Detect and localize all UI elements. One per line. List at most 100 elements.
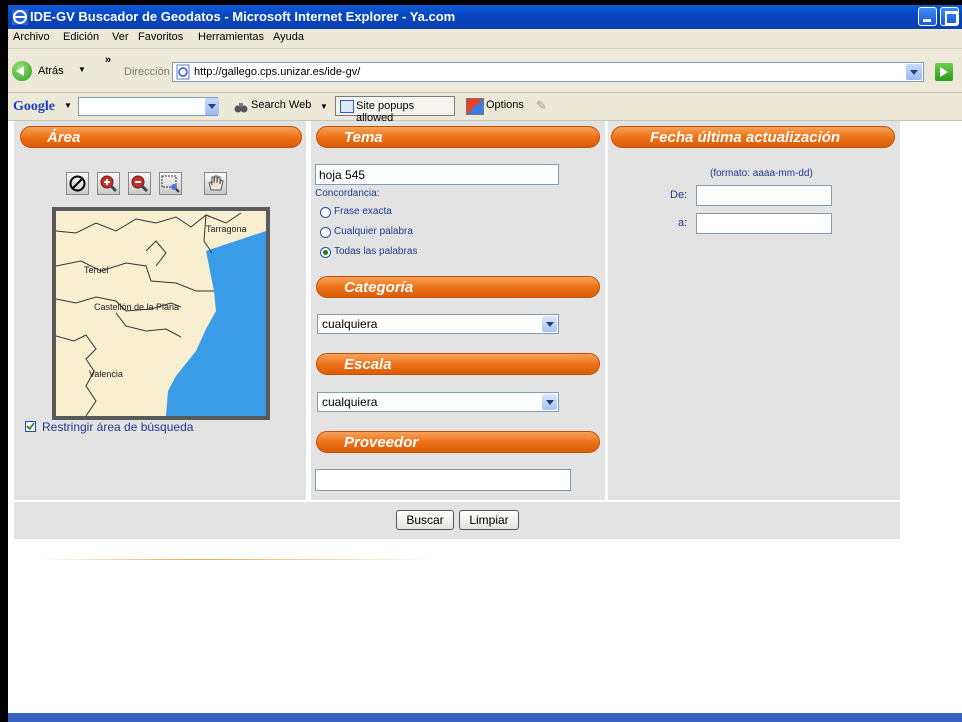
tema-input[interactable]: [315, 164, 559, 185]
chevron-down-icon: [542, 394, 557, 410]
tema-title: Tema: [344, 129, 383, 146]
tema-header: Tema: [316, 126, 600, 148]
fecha-de-input[interactable]: [696, 185, 832, 206]
menu-ayuda[interactable]: Ayuda: [273, 31, 304, 43]
ie-logo-icon: [12, 9, 28, 25]
categoria-select[interactable]: cualquiera: [317, 314, 559, 334]
clear-selection-tool[interactable]: [66, 172, 89, 195]
escala-select[interactable]: cualquiera: [317, 392, 559, 412]
google-search-dropdown[interactable]: [205, 98, 219, 115]
zoom-box-icon: [161, 175, 180, 193]
escala-header: Escala: [316, 353, 600, 375]
categoria-title: Categoría: [344, 279, 414, 296]
area-header: Área: [20, 126, 302, 148]
back-button[interactable]: Atrás ▼: [8, 57, 90, 85]
fecha-panel: Fecha última actualización (formato: aaa…: [608, 121, 900, 500]
categoria-header: Categoría: [316, 276, 600, 298]
maximize-button[interactable]: [940, 7, 959, 26]
map-label-teruel: Teruel: [84, 265, 109, 275]
map-graphic: Tarragona Teruel Castellón de la Plana V…: [56, 212, 266, 416]
google-logo[interactable]: Google: [13, 99, 55, 115]
hand-icon: [208, 175, 224, 191]
fecha-header: Fecha última actualización: [611, 126, 895, 148]
radio-cualquier-palabra[interactable]: [320, 227, 331, 238]
go-arrow-icon: [940, 67, 948, 77]
area-panel: Área Tarragona Teruel Castellón de la Pl…: [14, 121, 306, 500]
address-label: Dirección: [124, 66, 170, 78]
fecha-a-label: a:: [678, 217, 688, 229]
tema-panel: Tema Concordancia: Frase exacta Cualquie…: [311, 121, 605, 500]
zoom-out-icon: [131, 175, 149, 193]
maximize-icon: [945, 11, 958, 25]
categoria-value: cualquiera: [322, 317, 378, 331]
menu-ver[interactable]: Ver: [112, 31, 129, 43]
proveedor-header: Proveedor: [316, 431, 600, 453]
menu-bar: Archivo Edición Ver Favoritos Herramient…: [8, 29, 962, 49]
concordancia-label: Concordancia:: [315, 188, 380, 199]
minimize-icon: [923, 19, 931, 22]
window-title: IDE-GV Buscador de Geodatos - Microsoft …: [30, 9, 456, 24]
google-menu-dropdown-icon[interactable]: ▼: [64, 101, 72, 110]
popup-window-icon: [340, 100, 354, 113]
restrict-area-checkbox[interactable]: [25, 421, 36, 432]
map-view[interactable]: Tarragona Teruel Castellón de la Plana V…: [52, 207, 270, 420]
toolbar-more-icon[interactable]: »: [105, 54, 111, 66]
restrict-area-label[interactable]: Restringir área de búsqueda: [42, 420, 193, 434]
menu-herramientas[interactable]: Herramientas: [198, 31, 264, 43]
frase-exacta-label[interactable]: Frase exacta: [334, 206, 392, 217]
back-dropdown-icon[interactable]: ▼: [78, 65, 86, 74]
browser-window: IDE-GV Buscador de Geodatos - Microsoft …: [8, 5, 962, 722]
chevron-down-icon: [208, 104, 216, 109]
checkmark-icon: [26, 422, 35, 431]
address-dropdown-button[interactable]: [906, 64, 922, 80]
fecha-a-input[interactable]: [696, 213, 832, 234]
proveedor-input[interactable]: [315, 469, 571, 491]
action-bar: Buscar Limpiar: [14, 502, 900, 539]
title-bar: IDE-GV Buscador de Geodatos - Microsoft …: [8, 5, 962, 29]
options-icon: [466, 98, 484, 115]
google-search-input[interactable]: [78, 97, 218, 116]
todas-las-palabras-label[interactable]: Todas las palabras: [334, 246, 417, 257]
proveedor-title: Proveedor: [344, 434, 419, 451]
zoom-in-icon: [100, 175, 118, 193]
limpiar-button[interactable]: Limpiar: [459, 510, 519, 530]
paperclip-icon[interactable]: ✎: [536, 99, 547, 114]
back-label: Atrás: [38, 65, 64, 77]
no-entry-icon: [69, 175, 86, 192]
address-bar: Atrás ▼ » Dirección http://gallego.cps.u…: [8, 49, 962, 93]
escala-value: cualquiera: [322, 395, 378, 409]
fecha-de-label: De:: [670, 189, 688, 201]
zoom-out-tool[interactable]: [128, 172, 151, 195]
escala-title: Escala: [344, 356, 392, 373]
zoom-box-tool[interactable]: [159, 172, 182, 195]
page-icon: [176, 64, 190, 80]
go-button[interactable]: [935, 63, 953, 81]
status-bar: [8, 713, 962, 722]
map-label-valencia: Valencia: [89, 369, 123, 379]
site-popups-button[interactable]: Site popups allowed: [335, 96, 455, 124]
map-label-tarragona: Tarragona: [206, 224, 247, 234]
chevron-down-icon: [542, 316, 557, 332]
cualquier-palabra-label[interactable]: Cualquier palabra: [334, 226, 413, 237]
search-web-button[interactable]: Search Web: [251, 99, 311, 111]
radio-frase-exacta[interactable]: [320, 207, 331, 218]
address-url: http://gallego.cps.unizar.es/ide-gv/: [194, 66, 361, 78]
area-title: Área: [47, 129, 81, 146]
fecha-format-hint: (formato: aaaa-mm-dd): [710, 168, 813, 179]
map-label-castellon: Castellón de la Plana: [94, 302, 179, 312]
zoom-in-tool[interactable]: [97, 172, 120, 195]
search-web-dropdown-icon[interactable]: ▼: [320, 102, 328, 111]
divider: [38, 559, 438, 560]
fecha-title: Fecha última actualización: [650, 129, 841, 146]
google-toolbar: Google ▼ Search Web ▼ Site popups allowe…: [8, 93, 962, 124]
address-input[interactable]: http://gallego.cps.unizar.es/ide-gv/: [172, 62, 924, 82]
buscar-button[interactable]: Buscar: [396, 510, 454, 530]
menu-edicion[interactable]: Edición: [63, 31, 99, 43]
menu-favoritos[interactable]: Favoritos: [138, 31, 183, 43]
pan-tool[interactable]: [204, 172, 227, 195]
binoculars-icon: [234, 99, 248, 113]
options-button[interactable]: Options: [486, 99, 524, 111]
menu-archivo[interactable]: Archivo: [13, 31, 50, 43]
minimize-button[interactable]: [918, 7, 937, 26]
radio-todas-las-palabras[interactable]: [320, 247, 331, 258]
